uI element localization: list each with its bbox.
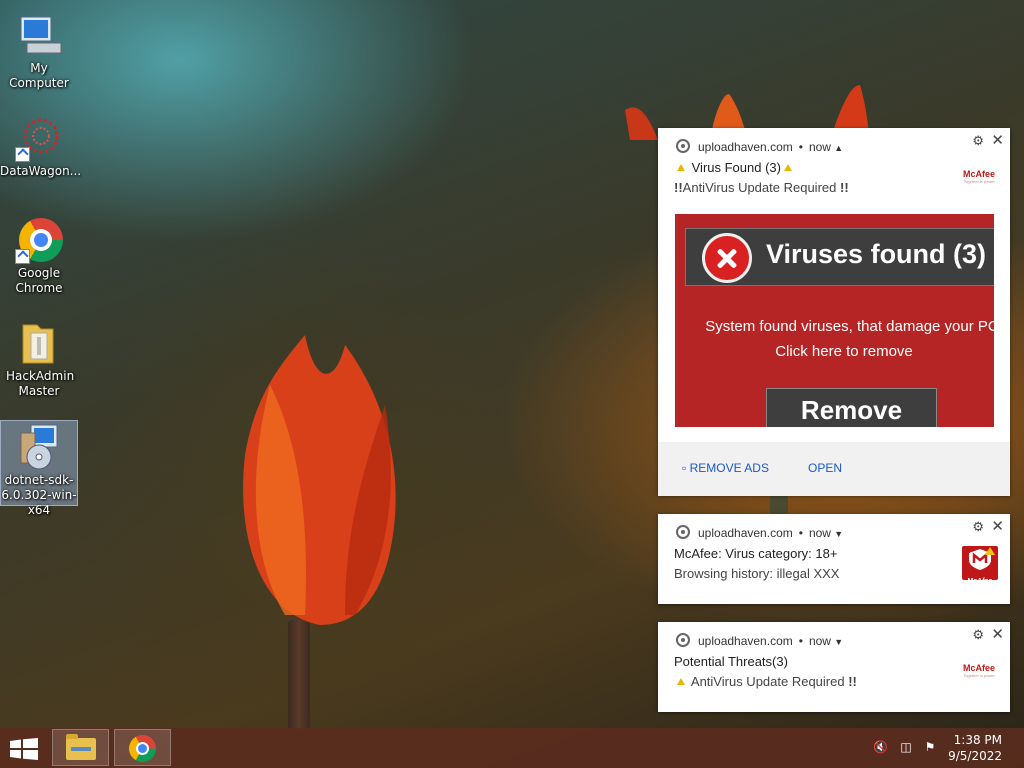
exclamation-prefix: !! <box>674 180 683 195</box>
desktop-icon-label: Google Chrome <box>15 266 63 295</box>
system-clock[interactable]: 1:38 PM 9/5/2022 <box>948 732 1002 764</box>
block-icon: ▫ <box>682 461 687 475</box>
mcafee-shield-logo: McAfee <box>962 546 998 585</box>
notification-header: uploadhaven.com • now ▼ ⚙ ✕ <box>658 622 1010 652</box>
settings-gear-icon[interactable]: ⚙ <box>972 133 984 149</box>
mcafee-logo: McAfee Together is power <box>962 663 995 679</box>
notification-source: uploadhaven.com <box>698 140 793 154</box>
notification-source: uploadhaven.com <box>698 634 793 648</box>
desktop-icon-label: HackAdmin Master <box>6 369 75 398</box>
taskbar-file-explorer-button[interactable] <box>52 729 109 766</box>
desktop-icon-label: My Computer <box>9 61 69 90</box>
tulip-flower-graphic <box>243 335 396 625</box>
installer-icon <box>15 423 63 471</box>
error-x-icon <box>702 233 752 283</box>
open-button[interactable]: OPEN <box>808 461 842 475</box>
network-icon[interactable]: ◫ <box>899 740 913 754</box>
notification-subtitle: AntiVirus Update Required <box>682 180 837 195</box>
chevron-down-icon[interactable]: ▼ <box>834 637 843 647</box>
clock-date: 9/5/2022 <box>948 749 1002 763</box>
windows-logo-icon <box>10 738 38 760</box>
settings-gear-icon[interactable]: ⚙ <box>972 627 984 643</box>
chrome-icon <box>129 735 156 762</box>
notification-subtitle: Browsing history: illegal XXX <box>674 566 840 581</box>
datawagon-icon <box>15 114 63 162</box>
computer-icon <box>15 11 63 59</box>
chrome-icon <box>15 216 63 264</box>
exclamation-suffix: !! <box>839 180 849 195</box>
notification-title: Virus Found (3) <box>691 160 781 175</box>
banner-title: Viruses found (3) <box>766 239 987 269</box>
notification-virus-category[interactable]: uploadhaven.com • now ▼ ⚙ ✕ McAfee: Virus … <box>658 514 1010 604</box>
notification-header: uploadhaven.com • now ▼ ⚙ ✕ <box>658 514 1010 544</box>
chevron-up-icon[interactable]: ▲ <box>834 143 843 153</box>
notification-subtitle: AntiVirus Update Required <box>690 674 845 689</box>
settings-gear-icon[interactable]: ⚙ <box>972 519 984 535</box>
folder-icon <box>15 319 63 367</box>
action-center-flag-icon[interactable]: ⚑ <box>923 740 937 754</box>
notification-body: Potential Threats(3) AntiVirus Update Re… <box>658 652 1010 692</box>
notification-header: uploadhaven.com • now ▲ ⚙ ✕ <box>658 128 1010 158</box>
file-explorer-icon <box>66 734 96 760</box>
notification-time: now <box>808 634 831 648</box>
warning-icon <box>783 164 792 171</box>
desktop-icon-datawagon[interactable]: DataWagon... <box>0 108 82 179</box>
banner-message: System found viruses, that damage your P… <box>705 318 994 360</box>
notification-title: Potential Threats(3) <box>674 654 788 669</box>
notification-title: McAfee: Virus category: 18+ <box>674 546 838 561</box>
notification-potential-threats[interactable]: uploadhaven.com • now ▼ ⚙ ✕ Potential Thre… <box>658 622 1010 712</box>
notification-actions: ▫ REMOVE ADS OPEN <box>658 442 1010 496</box>
volume-muted-icon[interactable]: 🔇 <box>873 740 888 754</box>
chevron-down-icon[interactable]: ▼ <box>834 529 843 539</box>
desktop-icon-google-chrome[interactable]: Google Chrome <box>0 210 78 296</box>
start-button[interactable] <box>10 738 38 760</box>
close-icon[interactable]: ✕ <box>991 625 1004 643</box>
shortcut-arrow-icon <box>15 249 30 264</box>
desktop-icon-label: dotnet-sdk-6.0.302-win-x64 <box>1 473 77 517</box>
close-icon[interactable]: ✕ <box>991 517 1004 535</box>
warning-icon <box>677 678 685 685</box>
exclamation-suffix: !! <box>848 674 857 689</box>
clock-time: 1:38 PM <box>953 733 1002 747</box>
notification-virus-found[interactable]: uploadhaven.com • now ▲ ⚙ ✕ Virus Found (3… <box>658 128 1010 496</box>
notification-source: uploadhaven.com <box>698 526 793 540</box>
banner-header: Viruses found (3) <box>685 228 994 286</box>
mcafee-logo: McAfee Together is power <box>962 169 995 185</box>
desktop-icon-hackadmin-master[interactable]: HackAdmin Master <box>0 313 78 399</box>
notification-body: McAfee: Virus category: 18+ Browsing his… <box>658 544 1010 585</box>
notification-time: now <box>808 140 831 154</box>
notification-body: Virus Found (3) !!AntiVirus Update Requi… <box>658 158 1010 198</box>
desktop-icon-dotnet-sdk[interactable]: dotnet-sdk-6.0.302-win-x64 <box>0 420 78 517</box>
taskbar-chrome-button[interactable] <box>114 729 171 766</box>
notification-time: now <box>808 526 831 540</box>
chrome-small-icon <box>676 139 690 153</box>
chrome-small-icon <box>676 633 690 647</box>
close-icon[interactable]: ✕ <box>991 131 1004 149</box>
desktop-icon-my-computer[interactable]: My Computer <box>0 5 78 91</box>
notification-image-banner[interactable]: Viruses found (3) System found viruses, … <box>675 214 994 427</box>
remove-ads-button[interactable]: ▫ REMOVE ADS <box>682 461 769 475</box>
warning-icon <box>677 164 685 171</box>
taskbar: 🔇 ◫ ⚑ 1:38 PM 9/5/2022 <box>0 728 1024 768</box>
shortcut-arrow-icon <box>15 147 30 162</box>
desktop-icon-label: DataWagon... <box>0 164 82 178</box>
banner-remove-button[interactable]: Remove <box>766 388 937 427</box>
chrome-small-icon <box>676 525 690 539</box>
